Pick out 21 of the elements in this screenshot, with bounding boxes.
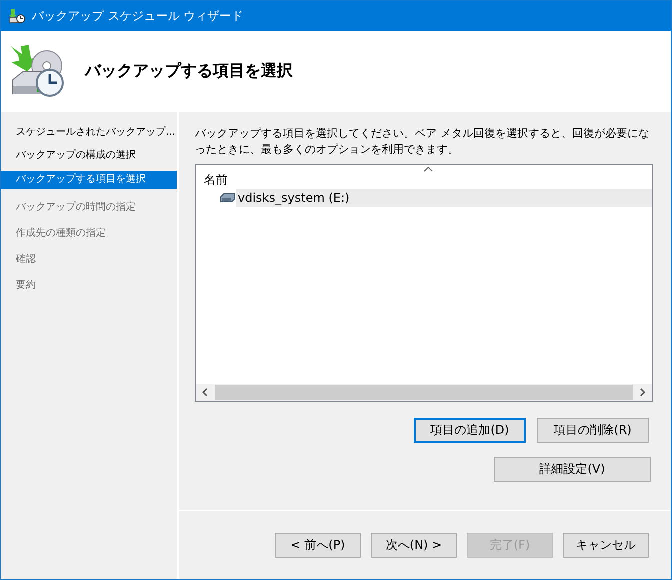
- wizard-nav-button[interactable]: キャンセル: [563, 532, 649, 558]
- scroll-left-icon[interactable]: [202, 388, 209, 397]
- instruction-text: バックアップする項目を選択してください。ベア メタル回復を選択すると、回復が必要になったときに、最も多くのオプションを利用できます。: [195, 126, 650, 158]
- wizard-nav-button[interactable]: < 前へ(P): [275, 532, 361, 558]
- window-title: バックアップ スケジュール ウィザード: [32, 8, 244, 24]
- sort-caret-icon: [424, 167, 433, 172]
- item-button[interactable]: 項目の削除(R): [537, 418, 649, 443]
- horizontal-scrollbar[interactable]: [196, 384, 652, 401]
- advanced-settings-button[interactable]: 詳細設定(V): [494, 457, 651, 482]
- list-item[interactable]: vdisks_system (E:): [236, 189, 652, 207]
- page-heading: バックアップする項目を選択: [85, 60, 293, 82]
- wizard-step[interactable]: スケジュールされたバックアップ...: [1, 122, 177, 143]
- wizard-step[interactable]: バックアップの構成の選択: [1, 143, 177, 169]
- drive-icon: [220, 193, 236, 203]
- item-button[interactable]: 項目の追加(D): [414, 418, 526, 443]
- wizard-step[interactable]: バックアップする項目を選択: [1, 171, 177, 189]
- column-header[interactable]: 名前: [196, 165, 652, 189]
- backup-drive-clock-icon: [9, 42, 67, 100]
- scroll-right-icon[interactable]: [639, 388, 646, 397]
- wizard-nav-button[interactable]: 次へ(N) >: [371, 532, 457, 558]
- backup-clock-icon: [8, 8, 26, 24]
